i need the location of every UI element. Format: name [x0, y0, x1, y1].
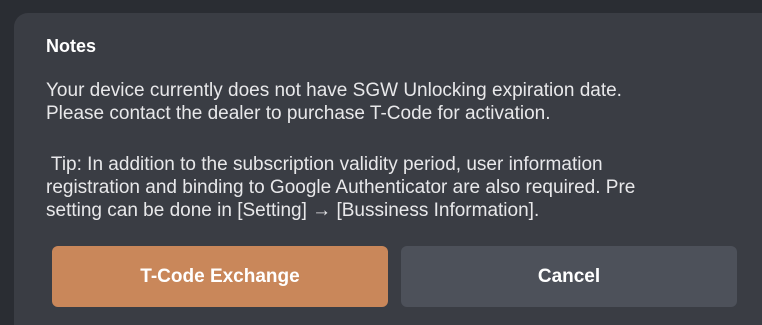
tip-line: setting can be done in [Setting] → [Buss… [46, 200, 540, 221]
message-line: Please contact the dealer to purchase T-… [46, 103, 551, 124]
notes-dialog: Notes Your device currently does not hav… [14, 13, 762, 325]
dialog-title: Notes [46, 36, 97, 56]
tip-line: registration and binding to Google Authe… [46, 177, 636, 198]
dialog-tip: Tip: In addition to the subscription val… [46, 153, 746, 222]
cancel-button[interactable]: Cancel [401, 246, 737, 307]
message-line: Your device currently does not have SGW … [46, 80, 622, 101]
tip-line: Tip: In addition to the subscription val… [46, 154, 603, 175]
t-code-exchange-button[interactable]: T-Code Exchange [52, 246, 388, 307]
dialog-message: Your device currently does not have SGW … [46, 79, 746, 125]
